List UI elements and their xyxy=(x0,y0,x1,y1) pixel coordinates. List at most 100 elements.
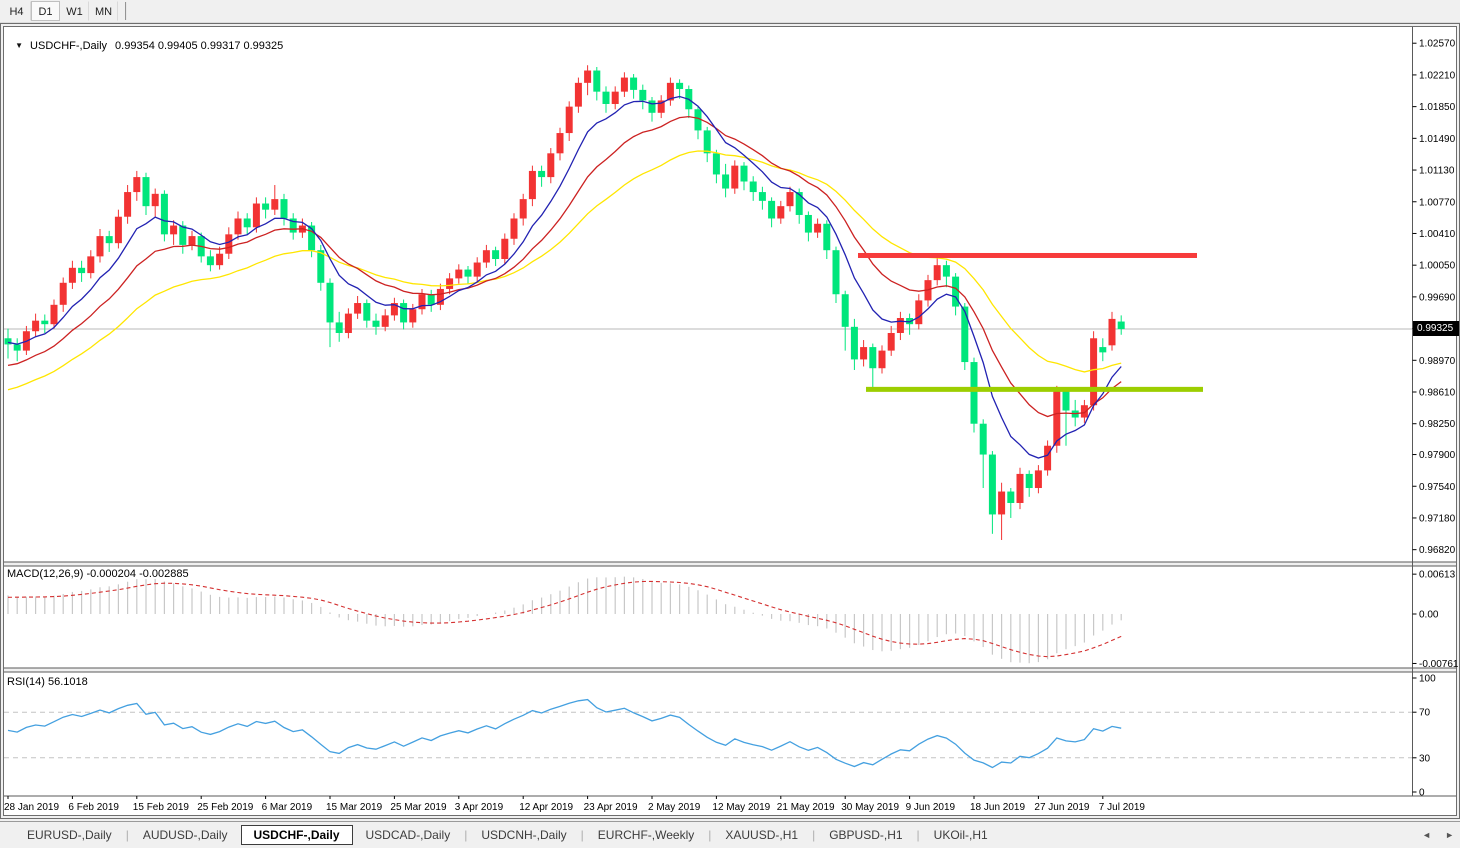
candle xyxy=(473,262,481,277)
tab-ukoil-h1[interactable]: UKOil-,H1 xyxy=(921,825,1001,845)
candle xyxy=(124,192,132,217)
svg-text:12 Apr 2019: 12 Apr 2019 xyxy=(519,802,573,813)
svg-text:1.02210: 1.02210 xyxy=(1419,70,1456,81)
candle xyxy=(998,491,1006,515)
rsi-indicator-label: RSI(14) 56.1018 xyxy=(7,676,88,688)
candle xyxy=(896,318,904,333)
candle xyxy=(216,253,224,266)
candle xyxy=(630,77,638,90)
candle xyxy=(1034,470,1042,489)
resistance-line[interactable] xyxy=(858,252,1197,258)
candle xyxy=(262,203,270,210)
svg-text:0.97180: 0.97180 xyxy=(1419,513,1456,524)
candle xyxy=(676,82,684,90)
timeframe-button-mn[interactable]: MN xyxy=(89,1,118,21)
candle xyxy=(78,267,86,274)
candle xyxy=(731,165,739,189)
candle xyxy=(372,320,380,327)
candle xyxy=(280,199,288,219)
candle xyxy=(823,223,831,251)
candle xyxy=(1099,347,1107,353)
timeframe-button-w1[interactable]: W1 xyxy=(60,1,89,21)
candle xyxy=(740,165,748,182)
tab-gbpusd-h1[interactable]: GBPUSD-,H1 xyxy=(816,825,915,845)
tab-scrollers: ◄ ► xyxy=(1422,822,1454,848)
candle xyxy=(1016,473,1024,503)
candle xyxy=(446,278,454,289)
svg-text:3 Apr 2019: 3 Apr 2019 xyxy=(455,802,504,813)
candle xyxy=(87,256,95,274)
candle xyxy=(13,344,21,351)
svg-text:0.97900: 0.97900 xyxy=(1419,450,1456,461)
tab-scroll-left-button[interactable]: ◄ xyxy=(1422,830,1431,840)
candle xyxy=(455,269,463,279)
candle xyxy=(335,322,343,333)
candle xyxy=(1053,391,1061,446)
candle xyxy=(574,82,582,107)
candle xyxy=(510,218,518,239)
candle xyxy=(1117,321,1125,330)
chart-canvas[interactable]: 1.02570 1.02210 1.01850 1.01490 1.01130 1.007… xyxy=(0,23,1460,820)
candle xyxy=(860,347,868,360)
tab-scroll-right-button[interactable]: ► xyxy=(1445,830,1454,840)
svg-text:6 Feb 2019: 6 Feb 2019 xyxy=(68,802,119,813)
svg-text:0.98610: 0.98610 xyxy=(1419,388,1456,399)
svg-text:30 May 2019: 30 May 2019 xyxy=(841,802,899,813)
timeframe-button-d1[interactable]: D1 xyxy=(31,1,60,21)
tab-usdcnh-daily[interactable]: USDCNH-,Daily xyxy=(468,825,579,845)
candle xyxy=(1108,318,1116,346)
candle xyxy=(133,177,141,193)
candle xyxy=(804,214,812,233)
tab-usdcad-daily[interactable]: USDCAD-,Daily xyxy=(353,825,464,845)
candle xyxy=(565,106,573,134)
macd-indicator-label: MACD(12,26,9) -0.000204 -0.002885 xyxy=(7,568,189,580)
candle xyxy=(1090,338,1098,406)
svg-text:1.01850: 1.01850 xyxy=(1419,102,1456,113)
svg-text:30: 30 xyxy=(1419,753,1431,764)
svg-text:0.96820: 0.96820 xyxy=(1419,545,1456,556)
tab-audusd-daily[interactable]: AUDUSD-,Daily xyxy=(130,825,241,845)
svg-text:100: 100 xyxy=(1419,674,1436,685)
collapse-arrow-icon[interactable]: ▼ xyxy=(15,41,23,50)
svg-text:6 Mar 2019: 6 Mar 2019 xyxy=(262,802,313,813)
candle xyxy=(317,250,325,283)
candle xyxy=(832,250,840,295)
svg-text:1.01130: 1.01130 xyxy=(1419,166,1455,177)
candle xyxy=(234,218,242,235)
candle xyxy=(556,133,564,154)
current-price-tag: 0.99325 xyxy=(1413,321,1459,336)
svg-text:28 Jan 2019: 28 Jan 2019 xyxy=(4,802,59,813)
tab-eurchf-weekly[interactable]: EURCHF-,Weekly xyxy=(585,825,707,845)
svg-text:9 Jun 2019: 9 Jun 2019 xyxy=(906,802,956,813)
svg-text:27 Jun 2019: 27 Jun 2019 xyxy=(1034,802,1089,813)
candle xyxy=(188,236,196,245)
candle xyxy=(50,304,58,325)
timeframe-button-h4[interactable]: H4 xyxy=(2,1,31,21)
candle xyxy=(584,70,592,83)
candle xyxy=(979,423,987,455)
svg-text:0.98250: 0.98250 xyxy=(1419,419,1456,430)
support-line[interactable] xyxy=(866,386,1203,392)
svg-text:0.00613: 0.00613 xyxy=(1419,570,1456,581)
candle xyxy=(786,192,794,207)
candle xyxy=(712,153,720,175)
mt4-chart-screen: { "toolbar": { "buttons": [ {"label": "H… xyxy=(0,0,1460,848)
candle xyxy=(850,326,858,360)
svg-text:15 Mar 2019: 15 Mar 2019 xyxy=(326,802,383,813)
candle xyxy=(1062,391,1070,411)
candle xyxy=(620,77,628,92)
candle xyxy=(538,170,546,178)
tab-eurusd-daily[interactable]: EURUSD-,Daily xyxy=(14,825,125,845)
tab-xauusd-h1[interactable]: XAUUSD-,H1 xyxy=(712,825,811,845)
candle xyxy=(326,282,334,323)
candle xyxy=(41,320,49,325)
candle xyxy=(170,225,178,235)
tab-usdchf-daily[interactable]: USDCHF-,Daily xyxy=(240,825,353,845)
candle xyxy=(482,250,490,263)
candle xyxy=(271,199,279,210)
candle xyxy=(970,362,978,424)
candle xyxy=(593,70,601,92)
candle xyxy=(841,294,849,327)
candle xyxy=(68,267,76,283)
svg-text:1.01490: 1.01490 xyxy=(1419,134,1456,145)
